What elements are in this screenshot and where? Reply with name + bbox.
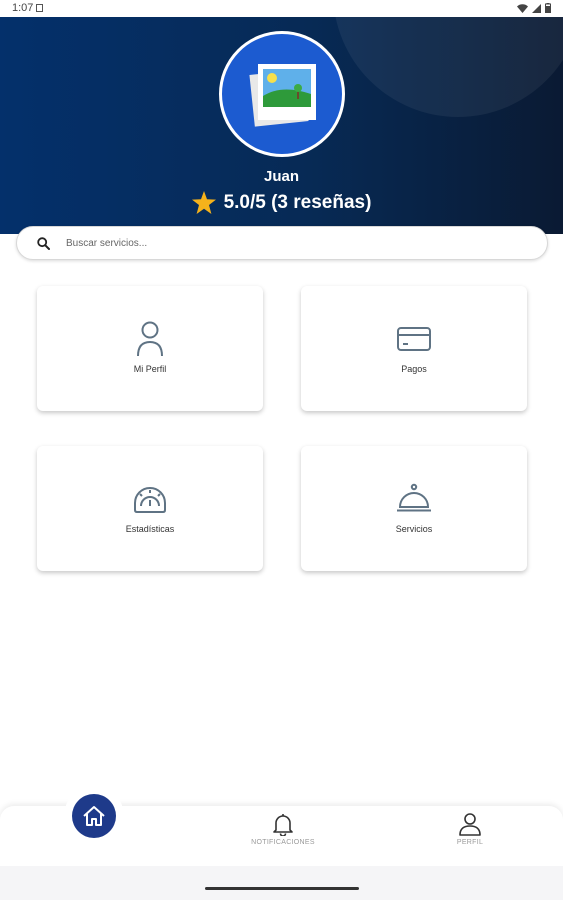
card-pagos[interactable]: Pagos xyxy=(301,286,527,411)
image-placeholder-icon xyxy=(249,64,316,127)
profile-header: Juan 5.0/5 (3 reseñas) xyxy=(0,17,563,234)
rating-text: 5.0/5 (3 reseñas) xyxy=(223,191,372,213)
card-estadisticas[interactable]: Estadísticas xyxy=(37,446,263,571)
nav-notifications[interactable]: NOTIFICACIONES xyxy=(247,812,319,846)
nav-notifications-label: NOTIFICACIONES xyxy=(251,839,315,846)
card-label: Mi Perfil xyxy=(133,364,167,374)
signal-icon xyxy=(532,3,541,13)
wifi-icon xyxy=(517,3,528,13)
battery-icon xyxy=(545,3,551,13)
home-icon xyxy=(83,806,105,826)
gauge-icon xyxy=(132,480,168,518)
user-name: Juan xyxy=(263,168,299,185)
cloche-icon xyxy=(396,480,432,518)
nav-profile[interactable]: PERFIL xyxy=(440,812,500,846)
person-icon xyxy=(135,320,165,358)
system-navigation-bar xyxy=(0,866,563,900)
sim-icon xyxy=(36,4,43,12)
search-input[interactable] xyxy=(64,236,468,250)
gesture-handle[interactable] xyxy=(205,887,359,890)
credit-card-icon xyxy=(396,320,432,358)
card-servicios[interactable]: Servicios xyxy=(301,446,527,571)
rating: 5.0/5 (3 reseñas) xyxy=(0,191,563,214)
search-bar[interactable] xyxy=(16,226,548,260)
nav-home-button[interactable] xyxy=(72,794,116,838)
star-icon xyxy=(191,191,216,214)
search-icon xyxy=(37,236,50,250)
nav-profile-label: PERFIL xyxy=(456,839,484,846)
card-label: Pagos xyxy=(401,364,427,374)
status-time: 1:07 xyxy=(12,2,34,14)
card-label: Estadísticas xyxy=(125,524,175,534)
profile-icon xyxy=(459,813,481,836)
status-bar: 1:07 xyxy=(0,0,563,17)
card-mi-perfil[interactable]: Mi Perfil xyxy=(37,286,263,411)
card-label: Servicios xyxy=(395,524,433,534)
header-decoration xyxy=(333,17,563,117)
bell-icon xyxy=(273,814,293,836)
status-icons xyxy=(517,3,551,13)
avatar[interactable] xyxy=(219,31,345,157)
